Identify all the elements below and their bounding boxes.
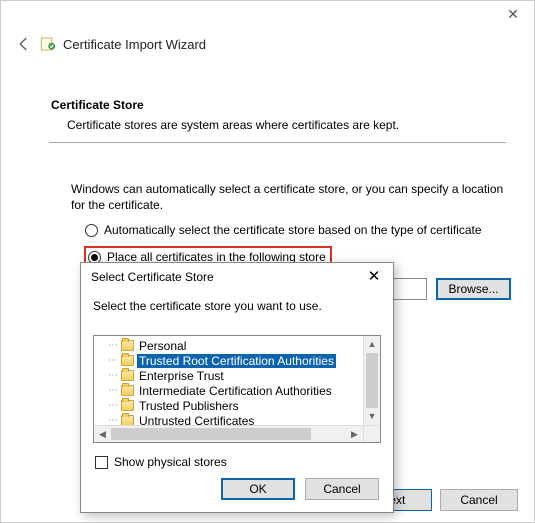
folder-icon xyxy=(121,370,134,381)
scroll-left-icon[interactable]: ◀ xyxy=(94,426,111,443)
show-physical-label: Show physical stores xyxy=(114,455,227,469)
tree-item-label: Enterprise Trust xyxy=(137,369,226,383)
radio-auto-label: Automatically select the certificate sto… xyxy=(104,223,482,237)
tree-item[interactable]: ⋯ Enterprise Trust xyxy=(100,368,363,383)
tree-item[interactable]: ⋯ Trusted Publishers xyxy=(100,398,363,413)
scroll-corner xyxy=(363,425,380,442)
certificate-icon xyxy=(39,35,57,53)
section-heading: Certificate Store xyxy=(51,98,144,112)
checkbox-icon xyxy=(95,456,108,469)
tree-guide-icon: ⋯ xyxy=(100,400,118,411)
dialog-title: Select Certificate Store xyxy=(91,270,214,284)
tree-guide-icon: ⋯ xyxy=(100,385,118,396)
tree-guide-icon: ⋯ xyxy=(100,355,118,366)
wizard-title: Certificate Import Wizard xyxy=(63,37,206,52)
tree-item-label: Trusted Publishers xyxy=(137,399,241,413)
tree-item-label: Trusted Root Certification Authorities xyxy=(137,354,336,368)
folder-icon xyxy=(121,400,134,411)
tree-item[interactable]: ⋯ Intermediate Certification Authorities xyxy=(100,383,363,398)
dialog-button-bar: OK Cancel xyxy=(221,478,379,500)
section-description: Certificate stores are system areas wher… xyxy=(67,118,504,132)
tree-item-label: Personal xyxy=(137,339,188,353)
scroll-right-icon[interactable]: ▶ xyxy=(346,426,363,443)
folder-icon xyxy=(121,340,134,351)
radio-auto-select[interactable]: Automatically select the certificate sto… xyxy=(85,223,482,237)
folder-icon xyxy=(121,385,134,396)
ok-button[interactable]: OK xyxy=(221,478,295,500)
scroll-thumb[interactable] xyxy=(111,428,311,440)
show-physical-stores-checkbox[interactable]: Show physical stores xyxy=(95,455,227,469)
tree-guide-icon: ⋯ xyxy=(100,415,118,425)
store-tree: ⋯ Personal ⋯ Trusted Root Certification Aut… xyxy=(93,335,381,443)
folder-icon xyxy=(121,415,134,425)
tree-guide-icon: ⋯ xyxy=(100,340,118,351)
dialog-titlebar: Select Certificate Store ✕ xyxy=(81,263,393,291)
cancel-button[interactable]: Cancel xyxy=(440,489,518,511)
scrollbar-horizontal[interactable]: ◀ ▶ xyxy=(94,425,363,442)
scroll-thumb[interactable] xyxy=(366,353,378,408)
wizard-header: Certificate Import Wizard xyxy=(15,35,520,53)
scroll-down-icon[interactable]: ▼ xyxy=(364,408,380,425)
body-text: Windows can automatically select a certi… xyxy=(71,181,504,213)
tree-item[interactable]: ⋯ Trusted Root Certification Authorities xyxy=(100,353,363,368)
tree-guide-icon: ⋯ xyxy=(100,370,118,381)
dialog-instruction: Select the certificate store you want to… xyxy=(81,291,393,313)
tree-item-label: Untrusted Certificates xyxy=(137,414,256,426)
tree-item[interactable]: ⋯ Untrusted Certificates xyxy=(100,413,363,425)
radio-icon xyxy=(85,224,98,237)
select-store-dialog: Select Certificate Store ✕ Select the ce… xyxy=(80,262,394,513)
browse-button[interactable]: Browse... xyxy=(436,278,511,300)
scroll-up-icon[interactable]: ▲ xyxy=(364,336,380,353)
scrollbar-vertical[interactable]: ▲ ▼ xyxy=(363,336,380,425)
divider xyxy=(49,142,506,143)
close-icon[interactable]: ✕ xyxy=(504,7,522,25)
wizard-titlebar: ✕ xyxy=(1,1,534,31)
close-icon[interactable]: ✕ xyxy=(361,267,387,287)
cancel-button[interactable]: Cancel xyxy=(305,478,379,500)
tree-item[interactable]: ⋯ Personal xyxy=(100,338,363,353)
folder-icon xyxy=(121,355,134,366)
tree-item-label: Intermediate Certification Authorities xyxy=(137,384,334,398)
back-arrow-icon[interactable] xyxy=(15,35,33,53)
